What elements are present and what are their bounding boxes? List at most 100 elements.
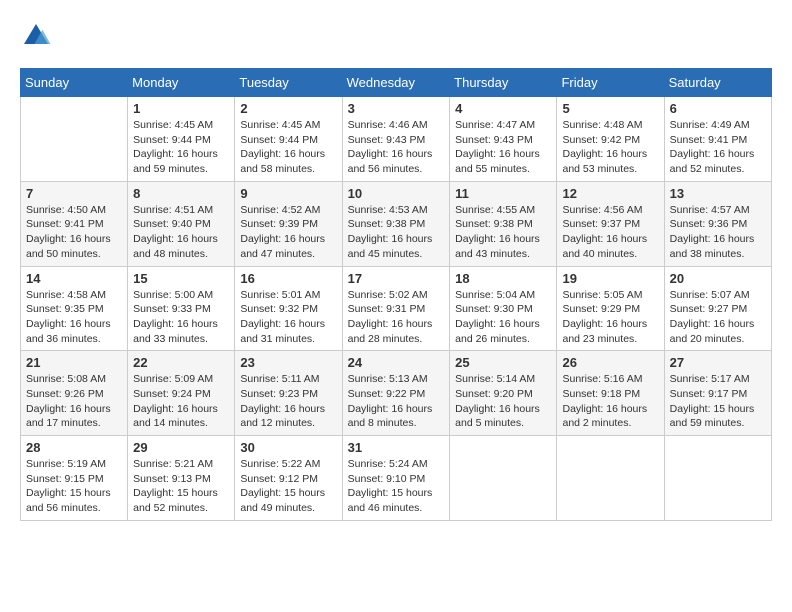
calendar-day-header: Wednesday — [342, 69, 450, 97]
calendar-week-row: 7 Sunrise: 4:50 AM Sunset: 9:41 PM Daylig… — [21, 181, 772, 266]
calendar-header-row: SundayMondayTuesdayWednesdayThursdayFrid… — [21, 69, 772, 97]
day-info: Sunrise: 5:24 AM Sunset: 9:10 PM Dayligh… — [348, 457, 445, 516]
calendar-day-cell: 22Sunrise: 5:09 AM Sunset: 9:24 PM Dayli… — [128, 351, 235, 436]
day-number: 20 — [670, 271, 766, 286]
calendar-day-cell: 31 Sunrise: 5:24 AM Sunset: 9:10 PM Dayli… — [342, 436, 450, 521]
day-number: 23 — [240, 355, 336, 370]
day-number: 29 — [133, 440, 229, 455]
day-info: Sunrise: 5:19 AM Sunset: 9:15 PM Dayligh… — [26, 457, 122, 516]
day-number: 3 — [348, 101, 445, 116]
logo — [20, 20, 54, 52]
calendar-day-cell: 11 Sunrise: 4:55 AM Sunset: 9:38 PM Dayli… — [450, 181, 557, 266]
day-info: Sunrise: 5:04 AM Sunset: 9:30 PM Dayligh… — [455, 288, 551, 347]
day-info: Sunrise: 5:00 AM Sunset: 9:33 PM Dayligh… — [133, 288, 229, 347]
day-info: Sunrise: 5:01 AM Sunset: 9:32 PM Dayligh… — [240, 288, 336, 347]
day-number: 15 — [133, 271, 229, 286]
calendar-day-cell — [557, 436, 664, 521]
calendar-day-cell: 3 Sunrise: 4:46 AM Sunset: 9:43 PM Daylig… — [342, 97, 450, 182]
day-number: 4 — [455, 101, 551, 116]
calendar-day-cell: 7 Sunrise: 4:50 AM Sunset: 9:41 PM Daylig… — [21, 181, 128, 266]
calendar-day-header: Sunday — [21, 69, 128, 97]
logo-icon — [20, 20, 52, 52]
day-number: 8 — [133, 186, 229, 201]
calendar-day-cell: 14 Sunrise: 4:58 AM Sunset: 9:35 PM Dayli… — [21, 266, 128, 351]
day-number: 10 — [348, 186, 445, 201]
calendar-day-cell: 27 Sunrise: 5:17 AM Sunset: 9:17 PM Dayli… — [664, 351, 771, 436]
day-number: 31 — [348, 440, 445, 455]
day-info: Sunrise: 4:50 AM Sunset: 9:41 PM Dayligh… — [26, 203, 122, 262]
day-number: 28 — [26, 440, 122, 455]
calendar-day-cell: 13 Sunrise: 4:57 AM Sunset: 9:36 PM Dayli… — [664, 181, 771, 266]
day-number: 18 — [455, 271, 551, 286]
calendar-day-cell: 30 Sunrise: 5:22 AM Sunset: 9:12 PM Dayli… — [235, 436, 342, 521]
day-info: Sunrise: 5:21 AM Sunset: 9:13 PM Dayligh… — [133, 457, 229, 516]
day-info: Sunrise: 5:07 AM Sunset: 9:27 PM Dayligh… — [670, 288, 766, 347]
day-info: Sunrise: 4:57 AM Sunset: 9:36 PM Dayligh… — [670, 203, 766, 262]
calendar-day-cell: 23 Sunrise: 5:11 AM Sunset: 9:23 PM Dayli… — [235, 351, 342, 436]
calendar-day-header: Monday — [128, 69, 235, 97]
calendar-day-header: Friday — [557, 69, 664, 97]
day-info: Sunrise: 5:13 AM Sunset: 9:22 PM Dayligh… — [348, 372, 445, 431]
day-info: Sunrise: 5:22 AM Sunset: 9:12 PM Dayligh… — [240, 457, 336, 516]
day-info: Sunrise: 4:45 AM Sunset: 9:44 PM Dayligh… — [240, 118, 336, 177]
calendar-day-cell: 5 Sunrise: 4:48 AM Sunset: 9:42 PM Daylig… — [557, 97, 664, 182]
day-info: Sunrise: 4:45 AM Sunset: 9:44 PM Dayligh… — [133, 118, 229, 177]
day-info: Sunrise: 4:46 AM Sunset: 9:43 PM Dayligh… — [348, 118, 445, 177]
calendar-day-cell — [450, 436, 557, 521]
calendar-day-cell: 9 Sunrise: 4:52 AM Sunset: 9:39 PM Daylig… — [235, 181, 342, 266]
day-number: 9 — [240, 186, 336, 201]
day-number: 11 — [455, 186, 551, 201]
calendar-day-cell: 19 Sunrise: 5:05 AM Sunset: 9:29 PM Dayli… — [557, 266, 664, 351]
day-number: 30 — [240, 440, 336, 455]
day-info: Sunrise: 4:47 AM Sunset: 9:43 PM Dayligh… — [455, 118, 551, 177]
day-info: Sunrise: 5:17 AM Sunset: 9:17 PM Dayligh… — [670, 372, 766, 431]
calendar-day-cell — [21, 97, 128, 182]
calendar-day-cell: 8Sunrise: 4:51 AM Sunset: 9:40 PM Daylig… — [128, 181, 235, 266]
calendar-day-cell: 16Sunrise: 5:01 AM Sunset: 9:32 PM Dayli… — [235, 266, 342, 351]
calendar-day-header: Thursday — [450, 69, 557, 97]
calendar-day-cell: 1Sunrise: 4:45 AM Sunset: 9:44 PM Daylig… — [128, 97, 235, 182]
day-info: Sunrise: 5:05 AM Sunset: 9:29 PM Dayligh… — [562, 288, 658, 347]
day-number: 7 — [26, 186, 122, 201]
day-number: 14 — [26, 271, 122, 286]
calendar-day-header: Saturday — [664, 69, 771, 97]
day-number: 22 — [133, 355, 229, 370]
day-number: 6 — [670, 101, 766, 116]
day-info: Sunrise: 5:14 AM Sunset: 9:20 PM Dayligh… — [455, 372, 551, 431]
day-info: Sunrise: 5:02 AM Sunset: 9:31 PM Dayligh… — [348, 288, 445, 347]
calendar-day-cell: 12Sunrise: 4:56 AM Sunset: 9:37 PM Dayli… — [557, 181, 664, 266]
day-number: 13 — [670, 186, 766, 201]
calendar-week-row: 1Sunrise: 4:45 AM Sunset: 9:44 PM Daylig… — [21, 97, 772, 182]
day-info: Sunrise: 4:58 AM Sunset: 9:35 PM Dayligh… — [26, 288, 122, 347]
calendar-day-cell: 29 Sunrise: 5:21 AM Sunset: 9:13 PM Dayli… — [128, 436, 235, 521]
calendar-table: SundayMondayTuesdayWednesdayThursdayFrid… — [20, 68, 772, 521]
calendar-week-row: 14 Sunrise: 4:58 AM Sunset: 9:35 PM Dayli… — [21, 266, 772, 351]
calendar-day-cell: 20 Sunrise: 5:07 AM Sunset: 9:27 PM Dayli… — [664, 266, 771, 351]
calendar-week-row: 21 Sunrise: 5:08 AM Sunset: 9:26 PM Dayli… — [21, 351, 772, 436]
calendar-day-cell — [664, 436, 771, 521]
day-info: Sunrise: 4:48 AM Sunset: 9:42 PM Dayligh… — [562, 118, 658, 177]
day-number: 24 — [348, 355, 445, 370]
day-number: 5 — [562, 101, 658, 116]
day-info: Sunrise: 4:55 AM Sunset: 9:38 PM Dayligh… — [455, 203, 551, 262]
page-header — [20, 20, 772, 52]
day-number: 27 — [670, 355, 766, 370]
day-info: Sunrise: 5:11 AM Sunset: 9:23 PM Dayligh… — [240, 372, 336, 431]
calendar-day-cell: 24 Sunrise: 5:13 AM Sunset: 9:22 PM Dayli… — [342, 351, 450, 436]
calendar-day-cell: 10 Sunrise: 4:53 AM Sunset: 9:38 PM Dayli… — [342, 181, 450, 266]
calendar-day-cell: 21 Sunrise: 5:08 AM Sunset: 9:26 PM Dayli… — [21, 351, 128, 436]
calendar-day-cell: 28 Sunrise: 5:19 AM Sunset: 9:15 PM Dayli… — [21, 436, 128, 521]
day-info: Sunrise: 4:52 AM Sunset: 9:39 PM Dayligh… — [240, 203, 336, 262]
day-number: 26 — [562, 355, 658, 370]
calendar-day-cell: 18 Sunrise: 5:04 AM Sunset: 9:30 PM Dayli… — [450, 266, 557, 351]
day-info: Sunrise: 5:08 AM Sunset: 9:26 PM Dayligh… — [26, 372, 122, 431]
calendar-day-cell: 26Sunrise: 5:16 AM Sunset: 9:18 PM Dayli… — [557, 351, 664, 436]
day-number: 19 — [562, 271, 658, 286]
calendar-day-cell: 4 Sunrise: 4:47 AM Sunset: 9:43 PM Daylig… — [450, 97, 557, 182]
day-number: 25 — [455, 355, 551, 370]
day-number: 21 — [26, 355, 122, 370]
day-number: 17 — [348, 271, 445, 286]
day-info: Sunrise: 4:56 AM Sunset: 9:37 PM Dayligh… — [562, 203, 658, 262]
day-info: Sunrise: 4:53 AM Sunset: 9:38 PM Dayligh… — [348, 203, 445, 262]
calendar-day-cell: 2Sunrise: 4:45 AM Sunset: 9:44 PM Daylig… — [235, 97, 342, 182]
